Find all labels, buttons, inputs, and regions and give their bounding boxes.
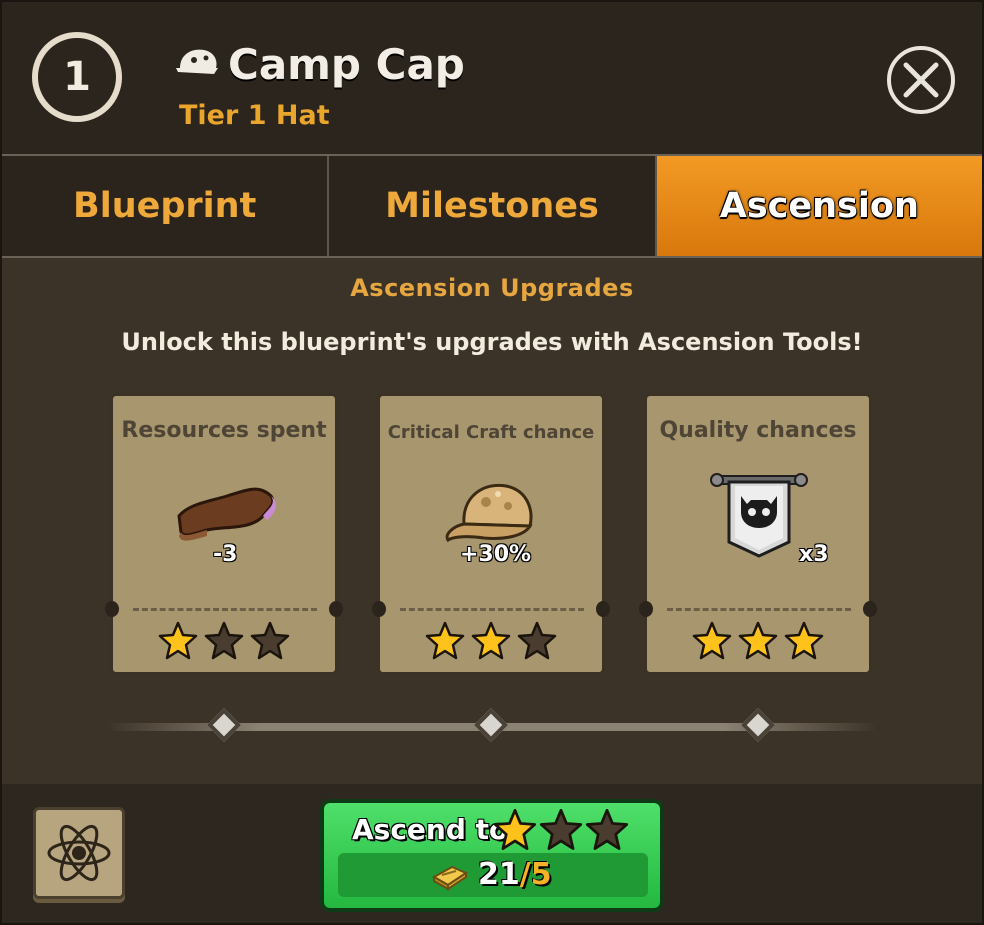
star-empty-icon (250, 621, 290, 660)
progress-node (474, 708, 508, 742)
card-stars (380, 620, 602, 664)
card-notch-right (329, 601, 343, 617)
star-filled-icon (493, 808, 537, 850)
star-filled-icon (692, 621, 732, 660)
card-divider (133, 608, 317, 611)
ascend-label: Ascend to (352, 813, 509, 846)
card-value: x3 (799, 542, 829, 567)
close-button[interactable] (887, 46, 955, 114)
tab-milestones[interactable]: Milestones (329, 156, 657, 256)
item-subtitle: Tier 1 Hat (179, 100, 330, 131)
close-icon (903, 62, 939, 98)
card-notch-right (596, 601, 610, 617)
star-filled-icon (425, 621, 465, 660)
star-empty-icon (204, 621, 244, 660)
cost-separator: / (519, 857, 531, 892)
cost-have: 21 (478, 857, 520, 892)
upgrade-card-quality[interactable]: Quality chances x3 (639, 393, 877, 675)
upgrade-card-critical[interactable]: Critical Craft chance +30% (372, 393, 610, 675)
section-title: Ascension Upgrades (350, 274, 634, 302)
star-filled-icon (158, 621, 198, 660)
tab-ascension[interactable]: Ascension (656, 156, 982, 256)
ascension-tool-icon (431, 865, 469, 891)
card-notch-right (863, 601, 877, 617)
cap-icon (176, 49, 218, 74)
card-divider (667, 608, 851, 611)
ascend-target-stars (492, 807, 630, 853)
card-notch-left (105, 601, 119, 617)
card-value: +30% (460, 542, 532, 567)
cost-bar: 21/5 (338, 853, 648, 897)
progress-node (207, 708, 241, 742)
tab-blueprint[interactable]: Blueprint (2, 156, 330, 256)
star-filled-icon (738, 621, 778, 660)
atom-icon (47, 824, 111, 882)
star-empty-icon (585, 808, 629, 850)
card-divider (400, 608, 584, 611)
section-description: Unlock this blueprint's upgrades with As… (121, 328, 863, 356)
card-label: Quality chances (659, 418, 857, 443)
star-empty-icon (517, 621, 557, 660)
ascend-button[interactable]: Ascend to 21/5 (320, 799, 664, 912)
card-label: Critical Craft chance (387, 422, 595, 443)
item-title: Camp Cap (228, 40, 465, 89)
star-filled-icon (471, 621, 511, 660)
card-notch-left (639, 601, 653, 617)
tier-badge: 1 (32, 32, 122, 122)
progress-node (741, 708, 775, 742)
tier-number: 1 (63, 54, 91, 100)
card-notch-left (372, 601, 386, 617)
header: 1 Camp Cap Tier 1 Hat (2, 2, 982, 156)
star-filled-icon (784, 621, 824, 660)
item-detail-panel: 1 Camp Cap Tier 1 Hat Blueprint Mileston… (0, 0, 984, 925)
card-stars (113, 620, 335, 664)
star-empty-icon (539, 808, 583, 850)
card-stars (647, 620, 869, 664)
card-value: -3 (213, 542, 238, 567)
card-label: Resources spent (121, 418, 327, 443)
ascension-info-button[interactable] (33, 807, 125, 899)
tab-bar: Blueprint Milestones Ascension (2, 156, 982, 258)
cost-text: 21/5 (478, 857, 552, 892)
upgrade-card-resources[interactable]: Resources spent -3 (105, 393, 343, 675)
cost-need: 5 (530, 857, 552, 892)
